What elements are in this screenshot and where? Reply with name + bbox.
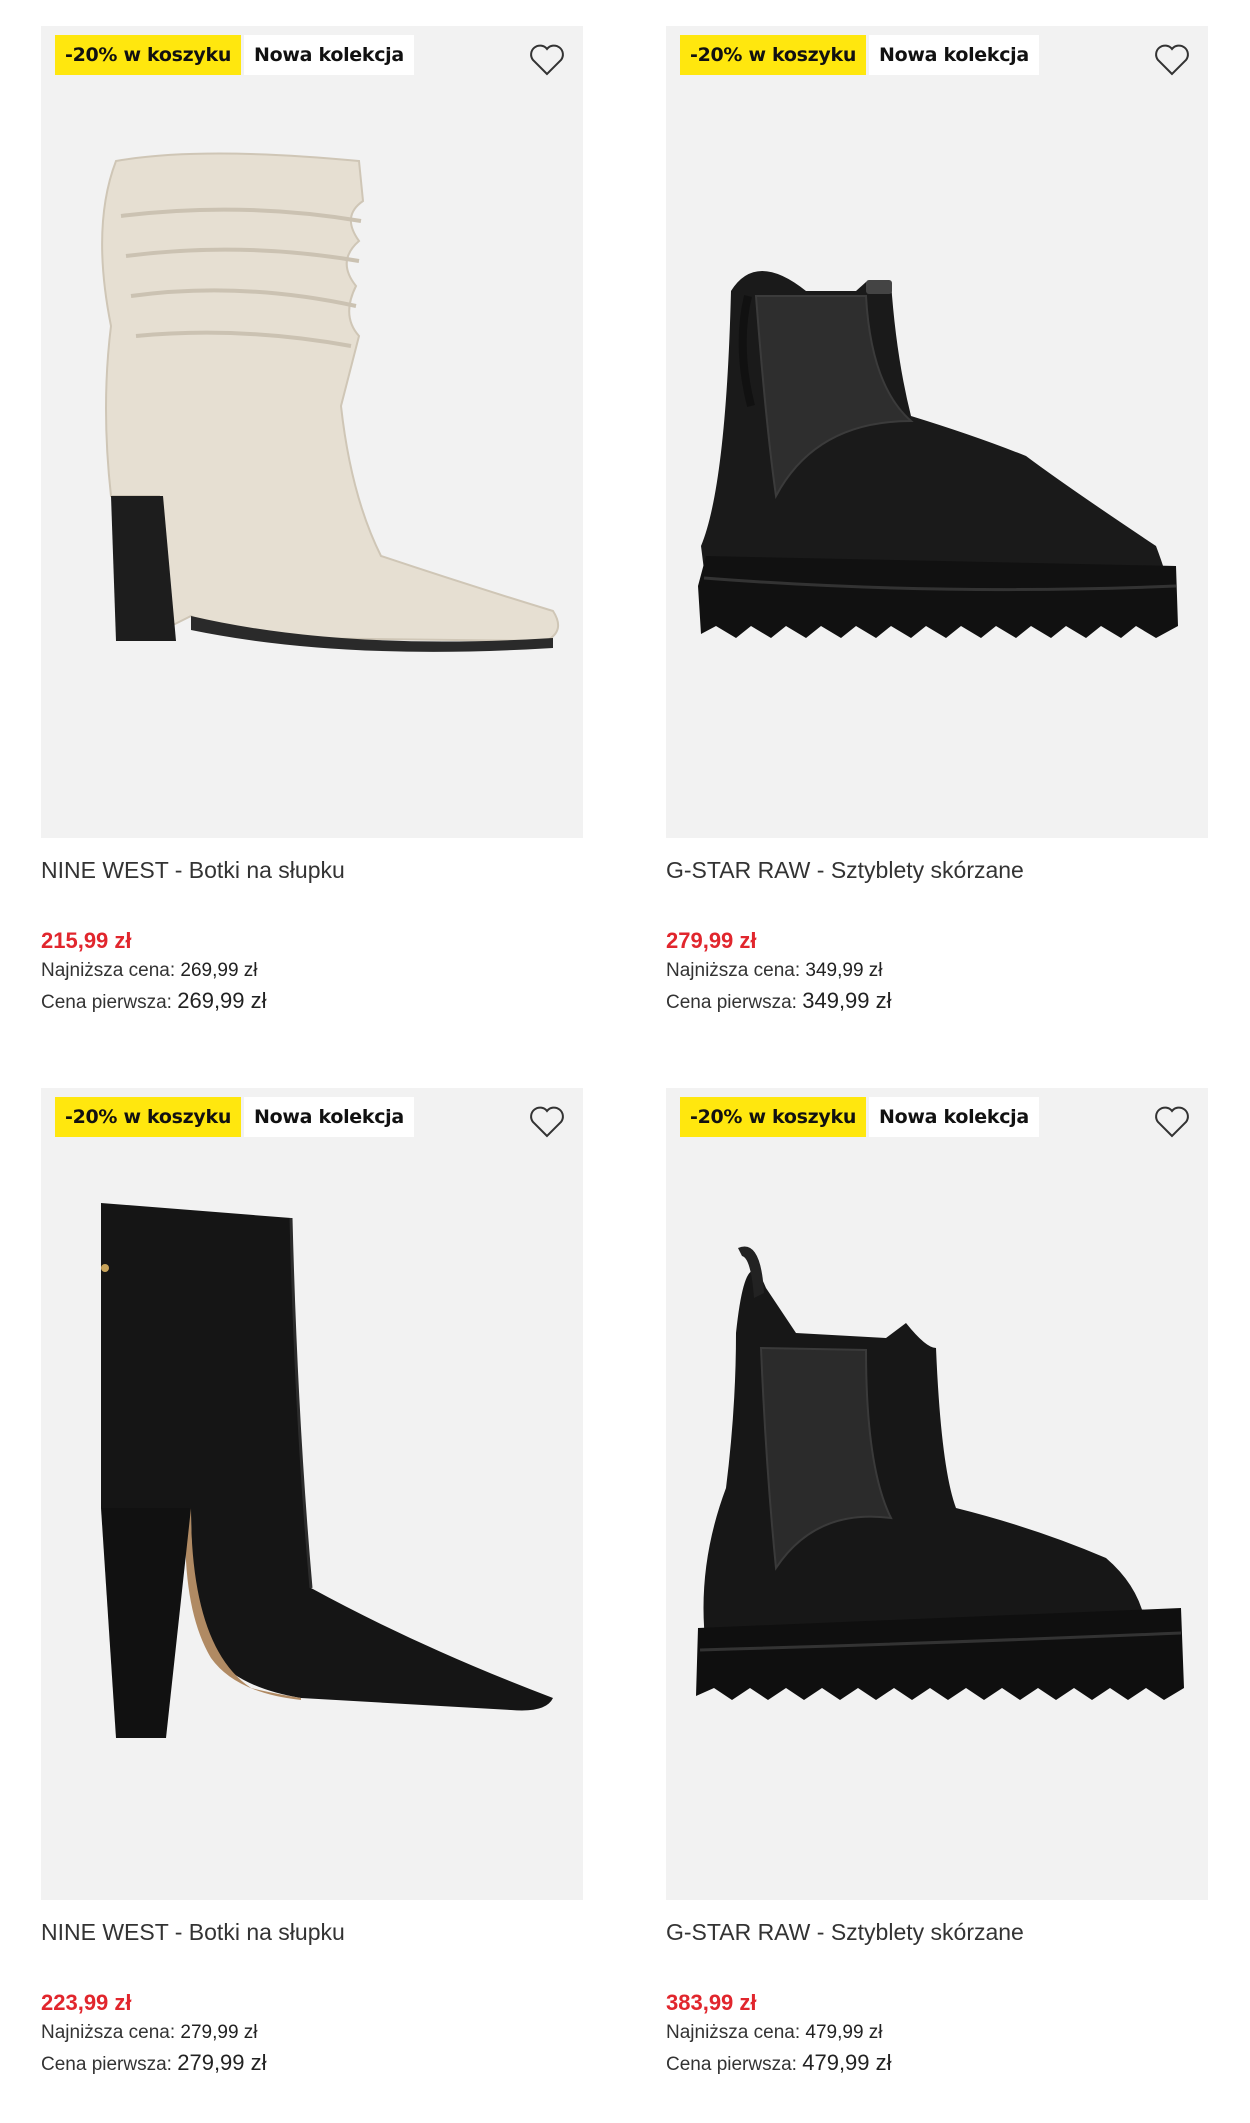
product-image[interactable]: -20% w koszyku Nowa kolekcja [41, 1088, 583, 1900]
lowest-price-value: 479,99 zł [805, 2022, 883, 2043]
lowest-price-row: Najniższa cena: 349,99 zł [666, 956, 1208, 986]
product-card[interactable]: -20% w koszyku Nowa kolekcja NINE WEST -… [41, 1088, 583, 2078]
badge-group: -20% w koszyku Nowa kolekcja [680, 1097, 1039, 1137]
new-collection-badge: Nowa kolekcja [244, 1097, 414, 1137]
wishlist-button[interactable] [527, 1104, 567, 1140]
promo-badge: -20% w koszyku [680, 35, 867, 75]
first-price-label: Cena pierwsza: [41, 992, 172, 1013]
wishlist-button[interactable] [527, 42, 567, 78]
product-title[interactable]: G-STAR RAW - Sztyblety skórzane [666, 854, 1208, 886]
sale-price: 223,99 zł [41, 1990, 132, 2015]
heart-outline-icon [1155, 1106, 1189, 1138]
new-collection-badge: Nowa kolekcja [869, 35, 1039, 75]
lowest-price-row: Najniższa cena: 479,99 zł [666, 2018, 1208, 2048]
wishlist-button[interactable] [1152, 1104, 1192, 1140]
heart-outline-icon [530, 1106, 564, 1138]
product-image[interactable]: -20% w koszyku Nowa kolekcja [666, 26, 1208, 838]
badge-group: -20% w koszyku Nowa kolekcja [55, 1097, 414, 1137]
heart-outline-icon [1155, 44, 1189, 76]
lowest-price-label: Najniższa cena: [666, 960, 801, 981]
lowest-price-value: 269,99 zł [180, 960, 258, 981]
new-collection-badge: Nowa kolekcja [244, 35, 414, 75]
lowest-price-row: Najniższa cena: 279,99 zł [41, 2018, 583, 2048]
boot-image [696, 1246, 1184, 1700]
first-price-row: Cena pierwsza: 269,99 zł [41, 986, 583, 1016]
new-collection-badge: Nowa kolekcja [869, 1097, 1039, 1137]
lowest-price-label: Najniższa cena: [41, 960, 176, 981]
first-price-label: Cena pierwsza: [666, 992, 797, 1013]
sale-price: 383,99 zł [666, 1990, 757, 2015]
promo-badge: -20% w koszyku [680, 1097, 867, 1137]
first-price-value: 269,99 zł [177, 988, 267, 1013]
boot-image [101, 1203, 553, 1738]
wishlist-button[interactable] [1152, 42, 1192, 78]
first-price-row: Cena pierwsza: 349,99 zł [666, 986, 1208, 1016]
badge-group: -20% w koszyku Nowa kolekcja [680, 35, 1039, 75]
promo-badge: -20% w koszyku [55, 1097, 242, 1137]
sale-price: 215,99 zł [41, 928, 132, 953]
product-card[interactable]: -20% w koszyku Nowa kolekcja G-STAR RAW … [666, 26, 1208, 1016]
boot-image [101, 152, 560, 652]
first-price-row: Cena pierwsza: 279,99 zł [41, 2048, 583, 2078]
first-price-value: 349,99 zł [802, 988, 892, 1013]
product-card[interactable]: -20% w koszyku Nowa kolekcja G-STAR RAW … [666, 1088, 1208, 2078]
lowest-price-value: 279,99 zł [180, 2022, 258, 2043]
first-price-label: Cena pierwsza: [666, 2054, 797, 2075]
first-price-value: 279,99 zł [177, 2050, 267, 2075]
product-card[interactable]: -20% w koszyku Nowa kolekcja NINE WEST -… [41, 26, 583, 1016]
product-title[interactable]: NINE WEST - Botki na słupku [41, 1916, 583, 1948]
product-title[interactable]: G-STAR RAW - Sztyblety skórzane [666, 1916, 1208, 1948]
product-grid: -20% w koszyku Nowa kolekcja NINE WEST -… [0, 0, 1250, 2123]
first-price-label: Cena pierwsza: [41, 2054, 172, 2075]
sale-price: 279,99 zł [666, 928, 757, 953]
heart-outline-icon [530, 44, 564, 76]
lowest-price-row: Najniższa cena: 269,99 zł [41, 956, 583, 986]
product-image[interactable]: -20% w koszyku Nowa kolekcja [41, 26, 583, 838]
badge-group: -20% w koszyku Nowa kolekcja [55, 35, 414, 75]
promo-badge: -20% w koszyku [55, 35, 242, 75]
first-price-row: Cena pierwsza: 479,99 zł [666, 2048, 1208, 2078]
product-image[interactable]: -20% w koszyku Nowa kolekcja [666, 1088, 1208, 1900]
product-title[interactable]: NINE WEST - Botki na słupku [41, 854, 583, 886]
first-price-value: 479,99 zł [802, 2050, 892, 2075]
lowest-price-value: 349,99 zł [805, 960, 883, 981]
boot-image [698, 271, 1178, 638]
lowest-price-label: Najniższa cena: [666, 2022, 801, 2043]
lowest-price-label: Najniższa cena: [41, 2022, 176, 2043]
